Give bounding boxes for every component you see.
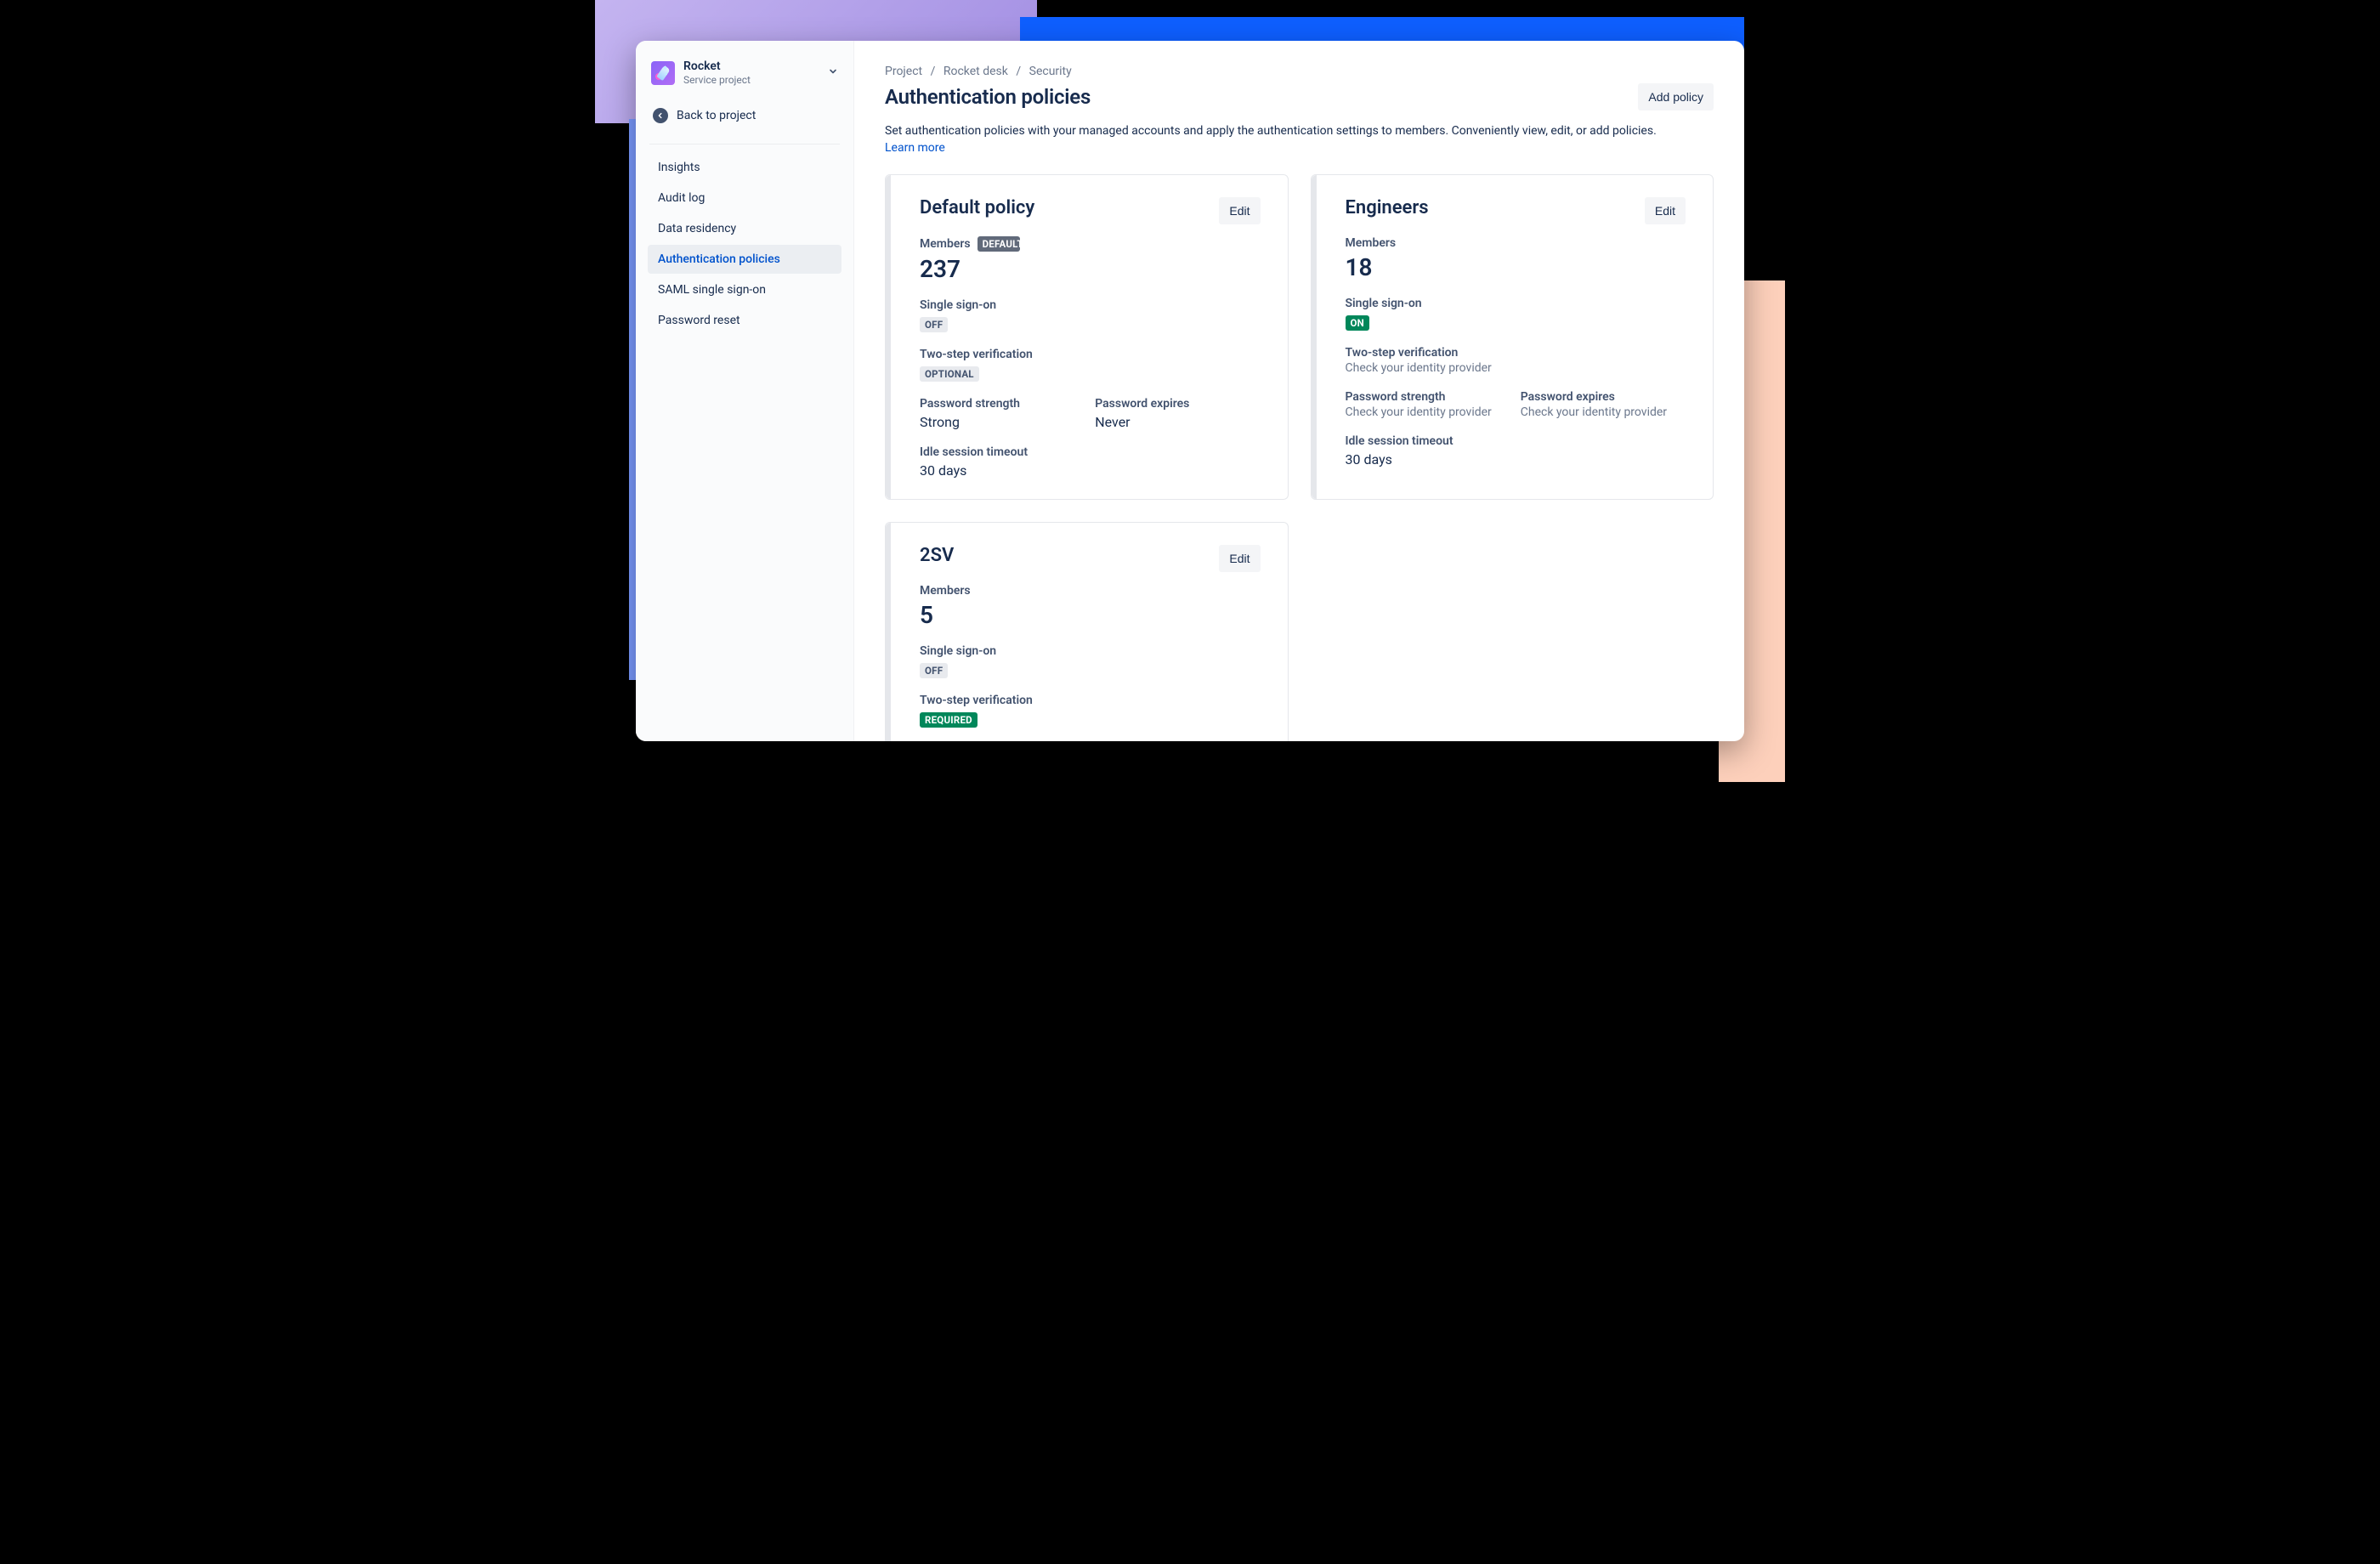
pw-strength-label: Password strength: [920, 397, 1085, 411]
tsv-badge: OPTIONAL: [920, 366, 979, 382]
sso-badge: ON: [1346, 315, 1370, 331]
page-title: Authentication policies: [885, 85, 1091, 109]
members-count: 5: [920, 601, 1261, 629]
back-label: Back to project: [677, 109, 756, 122]
pw-expires-value: Never: [1095, 414, 1260, 430]
members-label: Members: [1346, 236, 1397, 250]
breadcrumb-project[interactable]: Project: [885, 65, 922, 78]
back-to-project[interactable]: Back to project: [648, 99, 842, 132]
sidebar-item-audit-log[interactable]: Audit log: [648, 184, 842, 212]
sidebar-item-password-reset[interactable]: Password reset: [648, 306, 842, 335]
sidebar-nav: InsightsAudit logData residencyAuthentic…: [648, 153, 842, 335]
learn-more-link[interactable]: Learn more: [885, 141, 945, 155]
idle-value: 30 days: [1346, 451, 1686, 468]
add-policy-button[interactable]: Add policy: [1638, 83, 1714, 110]
main-content: Project / Rocket desk / Security Authent…: [854, 41, 1744, 741]
tsv-label: Two-step verification: [920, 694, 1261, 707]
tsv-label: Two-step verification: [920, 348, 1261, 361]
card-stripe: [886, 523, 891, 741]
app-window: Rocket Service project Back to project I…: [636, 41, 1744, 741]
sso-badge: OFF: [920, 663, 948, 678]
sidebar-item-authentication-policies[interactable]: Authentication policies: [648, 245, 842, 274]
policy-card: 2SV Edit Members 5 Single sign-on OFF Two-step…: [885, 522, 1289, 741]
project-avatar: [651, 61, 675, 85]
sso-badge: OFF: [920, 317, 948, 332]
sidebar-item-insights[interactable]: Insights: [648, 153, 842, 182]
tsv-badge: REQUIRED: [920, 712, 978, 728]
pw-strength-note: Check your identity provider: [1346, 405, 1510, 419]
project-switcher[interactable]: Rocket Service project: [648, 56, 842, 98]
pw-strength-label: Password strength: [1346, 390, 1510, 404]
policy-card: Engineers Edit Members 18 Single sign-on ON Tw…: [1311, 174, 1714, 500]
chevron-down-icon: [828, 66, 838, 80]
sidebar: Rocket Service project Back to project I…: [636, 41, 854, 741]
sidebar-item-saml-single-sign-on[interactable]: SAML single sign-on: [648, 275, 842, 304]
policy-cards: Default policy Edit Members DEFAULT 237 Singl…: [885, 174, 1714, 741]
project-name: Rocket: [683, 60, 819, 73]
members-label: Members: [920, 237, 971, 251]
policy-title: 2SV: [920, 545, 954, 566]
edit-policy-button[interactable]: Edit: [1219, 545, 1260, 572]
idle-value: 30 days: [920, 462, 1261, 479]
arrow-left-circle-icon: [653, 108, 668, 123]
members-label: Members: [920, 584, 971, 598]
breadcrumb-rocket-desk[interactable]: Rocket desk: [944, 65, 1008, 78]
sso-label: Single sign-on: [920, 644, 1261, 658]
policy-card: Default policy Edit Members DEFAULT 237 Singl…: [885, 174, 1289, 500]
breadcrumb-security[interactable]: Security: [1029, 65, 1072, 78]
members-count: 237: [920, 255, 1261, 283]
breadcrumb: Project / Rocket desk / Security: [885, 65, 1714, 78]
card-stripe: [886, 175, 891, 499]
tsv-note: Check your identity provider: [1346, 361, 1686, 375]
edit-policy-button[interactable]: Edit: [1645, 197, 1686, 224]
idle-label: Idle session timeout: [1346, 434, 1686, 448]
default-badge: DEFAULT: [978, 236, 1020, 252]
pw-expires-label: Password expires: [1521, 390, 1686, 404]
policy-title: Default policy: [920, 197, 1034, 218]
pw-expires-label: Password expires: [1095, 397, 1260, 411]
sso-label: Single sign-on: [920, 298, 1261, 312]
members-count: 18: [1346, 253, 1686, 281]
policy-title: Engineers: [1346, 197, 1429, 218]
card-stripe: [1312, 175, 1317, 499]
edit-policy-button[interactable]: Edit: [1219, 197, 1260, 224]
pw-expires-note: Check your identity provider: [1521, 405, 1686, 419]
project-subtitle: Service project: [683, 74, 819, 86]
page-description: Set authentication policies with your ma…: [885, 122, 1658, 157]
pw-strength-value: Strong: [920, 414, 1085, 430]
sidebar-item-data-residency[interactable]: Data residency: [648, 214, 842, 243]
sso-label: Single sign-on: [1346, 297, 1686, 310]
idle-label: Idle session timeout: [920, 445, 1261, 459]
tsv-label: Two-step verification: [1346, 346, 1686, 360]
